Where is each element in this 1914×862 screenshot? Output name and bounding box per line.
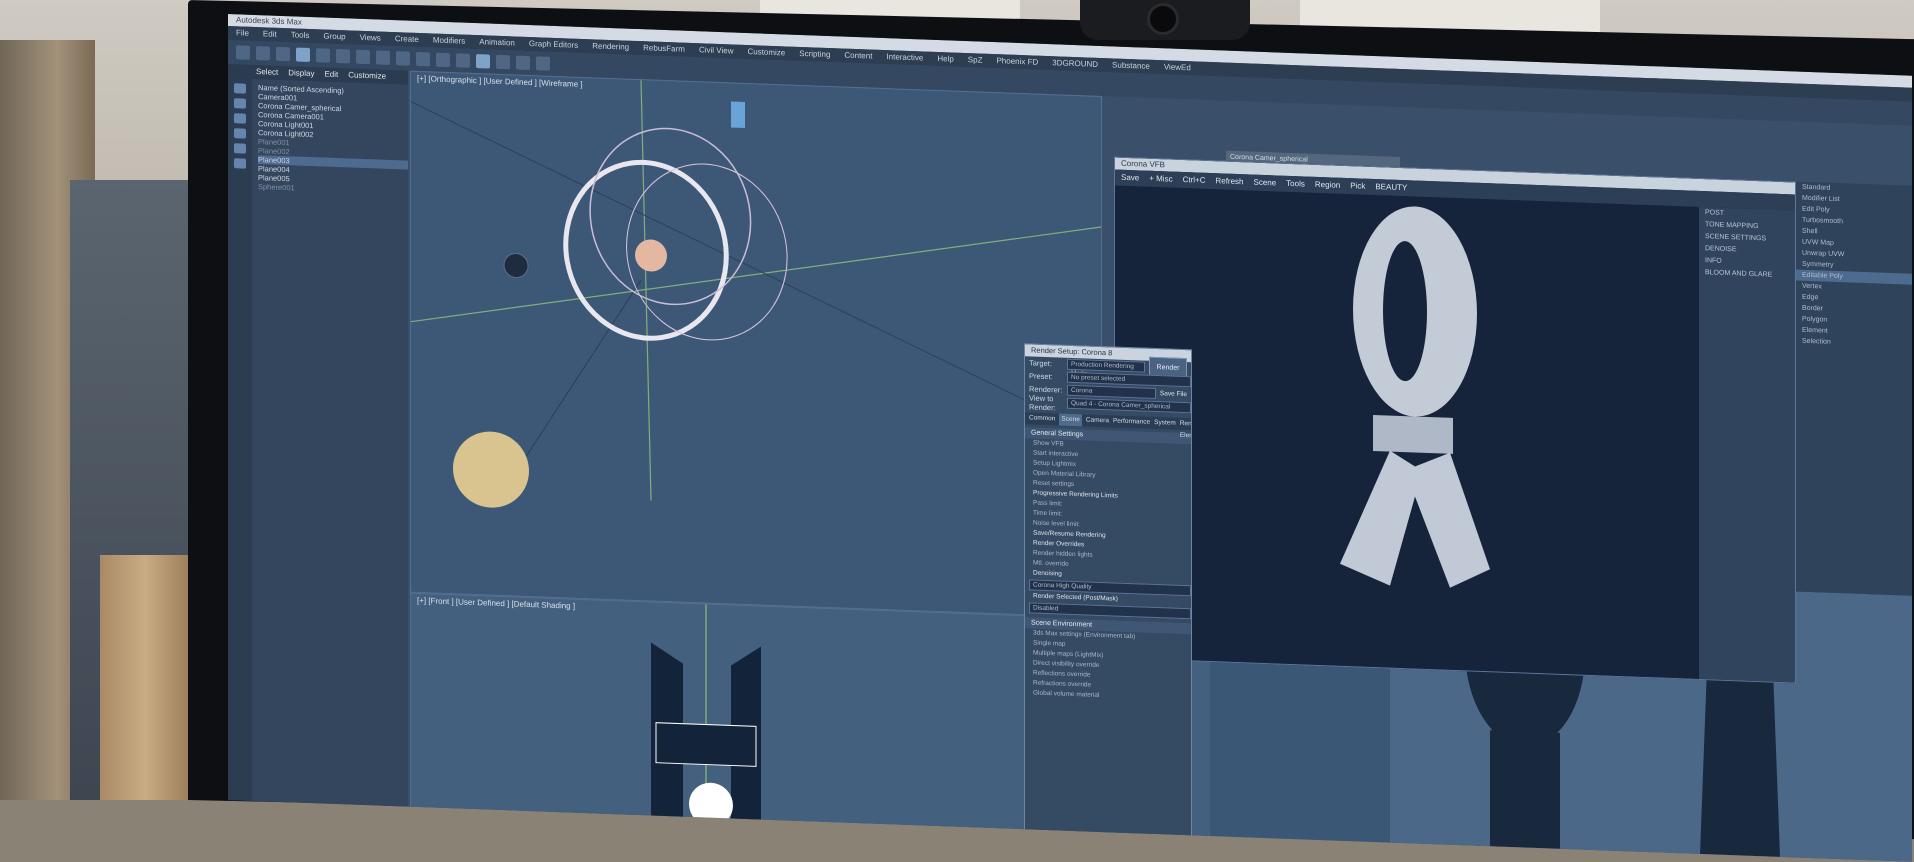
filter-helpers-icon[interactable]	[234, 143, 246, 154]
tab-scene[interactable]: Scene	[1059, 413, 1082, 427]
material-editor-icon[interactable]	[476, 54, 490, 69]
menu-tools[interactable]: Tools	[291, 28, 310, 43]
mirror-icon[interactable]	[416, 51, 430, 67]
fb-tools-button[interactable]: Tools	[1286, 176, 1305, 193]
scale-icon[interactable]	[356, 49, 370, 65]
menu-help[interactable]: Help	[937, 52, 953, 67]
camera-target	[731, 101, 745, 128]
menu-group[interactable]: Group	[323, 29, 345, 44]
explorer-filter-strip	[228, 78, 252, 815]
rs-view-select[interactable]: Quad 4 - Corona Camer_spherical	[1067, 397, 1191, 414]
render-frame-icon[interactable]	[516, 55, 530, 71]
wooden-crate	[100, 555, 190, 800]
menu-spz[interactable]: SpZ	[968, 53, 983, 68]
render-icon[interactable]	[536, 56, 550, 71]
fb-panel-bloom[interactable]: BLOOM AND GLARE	[1699, 267, 1795, 283]
fb-scene-button[interactable]: Scene	[1253, 175, 1276, 192]
layers-icon[interactable]	[456, 53, 470, 68]
tab-system[interactable]: System	[1154, 417, 1176, 430]
menu-phoenix[interactable]: Phoenix FD	[996, 54, 1038, 70]
fb-copy-button[interactable]: Ctrl+C	[1183, 172, 1206, 189]
light-icon	[503, 253, 529, 279]
menu-create[interactable]: Create	[395, 32, 419, 47]
explorer-tab-select[interactable]: Select	[256, 65, 278, 80]
fb-channel-select[interactable]: BEAUTY	[1375, 179, 1407, 196]
menu-civil-view[interactable]: Civil View	[699, 43, 734, 58]
rs-target-select[interactable]: Production Rendering Mode	[1067, 358, 1145, 378]
menu-file[interactable]: File	[236, 26, 249, 40]
explorer-tab-edit[interactable]: Edit	[324, 68, 338, 83]
menu-customize[interactable]: Customize	[747, 45, 785, 60]
fb-region-button[interactable]: Region	[1315, 177, 1340, 194]
menu-views[interactable]: Views	[360, 31, 381, 46]
rotate-icon[interactable]	[336, 48, 350, 64]
tab-common[interactable]: Common	[1029, 412, 1055, 425]
tab-performance[interactable]: Performance	[1113, 415, 1150, 428]
wire-cylinder	[563, 127, 788, 341]
menu-substance[interactable]: Substance	[1112, 58, 1150, 73]
render-setup-icon[interactable]	[496, 54, 510, 70]
fb-misc-button[interactable]: + Misc	[1149, 171, 1172, 188]
tab-render-elements[interactable]: Render Elements	[1180, 418, 1192, 440]
align-icon[interactable]	[436, 52, 450, 68]
fb-render-image	[1115, 185, 1699, 679]
rs-save-file-checkbox[interactable]: Save File	[1160, 390, 1187, 398]
menu-modifiers[interactable]: Modifiers	[433, 34, 465, 49]
filter-geometry-icon[interactable]	[234, 83, 246, 94]
light-sphere	[635, 239, 667, 272]
angle-snap-icon[interactable]	[396, 51, 410, 66]
rs-preset-label: Preset:	[1029, 371, 1053, 382]
fb-refresh-button[interactable]: Refresh	[1215, 173, 1243, 190]
link-icon[interactable]	[276, 46, 290, 62]
viewport-orthographic[interactable]: [+] [Orthographic ] [User Defined ] [Wir…	[410, 70, 1102, 619]
command-panel: Standard Modifier List Edit Poly Turbosm…	[1796, 181, 1912, 596]
fb-pick-button[interactable]: Pick	[1350, 178, 1365, 195]
filter-shapes-icon[interactable]	[234, 98, 246, 109]
menu-content[interactable]: Content	[844, 49, 872, 64]
menu-rebusfarm[interactable]: RebusFarm	[643, 41, 685, 57]
snap-icon[interactable]	[376, 50, 390, 65]
menu-animation[interactable]: Animation	[479, 35, 515, 50]
explorer-tab-customize[interactable]: Customize	[348, 68, 386, 83]
menu-viewed[interactable]: ViewEd	[1164, 60, 1191, 75]
menu-edit[interactable]: Edit	[263, 27, 277, 42]
filter-spacewarps-icon[interactable]	[234, 158, 246, 169]
filter-cameras-icon[interactable]	[234, 128, 246, 139]
monitor-screen: Autodesk 3ds Max File Edit Tools Group V…	[228, 14, 1912, 862]
move-icon[interactable]	[316, 48, 330, 63]
scene-explorer: Select Display Edit Customize Name (Sort…	[228, 64, 408, 821]
explorer-tab-display[interactable]: Display	[288, 66, 314, 81]
undo-icon[interactable]	[236, 45, 250, 60]
menu-scripting[interactable]: Scripting	[799, 47, 830, 62]
tab-camera[interactable]: Camera	[1086, 414, 1109, 427]
render-setup-dialog: Render Setup: Corona 8 Target: Productio…	[1024, 343, 1192, 838]
rs-view-label: View to Render:	[1029, 392, 1056, 412]
menu-rendering[interactable]: Rendering	[592, 39, 629, 54]
sphere-object	[453, 431, 529, 508]
menu-interactive[interactable]: Interactive	[886, 50, 923, 65]
frame-buffer-window: Corona VFB Save + Misc Ctrl+C Refresh Sc…	[1114, 156, 1796, 684]
redo-icon[interactable]	[256, 46, 270, 61]
viewport-wireframe-scene	[410, 80, 1102, 508]
explorer-list: Name (Sorted Ascending) Camera001 Corona…	[228, 78, 408, 197]
select-icon[interactable]	[296, 47, 310, 63]
fb-save-button[interactable]: Save	[1121, 170, 1139, 187]
webcam-lens	[1150, 6, 1176, 32]
rs-target-label: Target:	[1029, 358, 1052, 369]
fb-side-panel: POST TONE MAPPING SCENE SETTINGS DENOISE…	[1699, 206, 1795, 683]
filter-lights-icon[interactable]	[234, 113, 246, 124]
